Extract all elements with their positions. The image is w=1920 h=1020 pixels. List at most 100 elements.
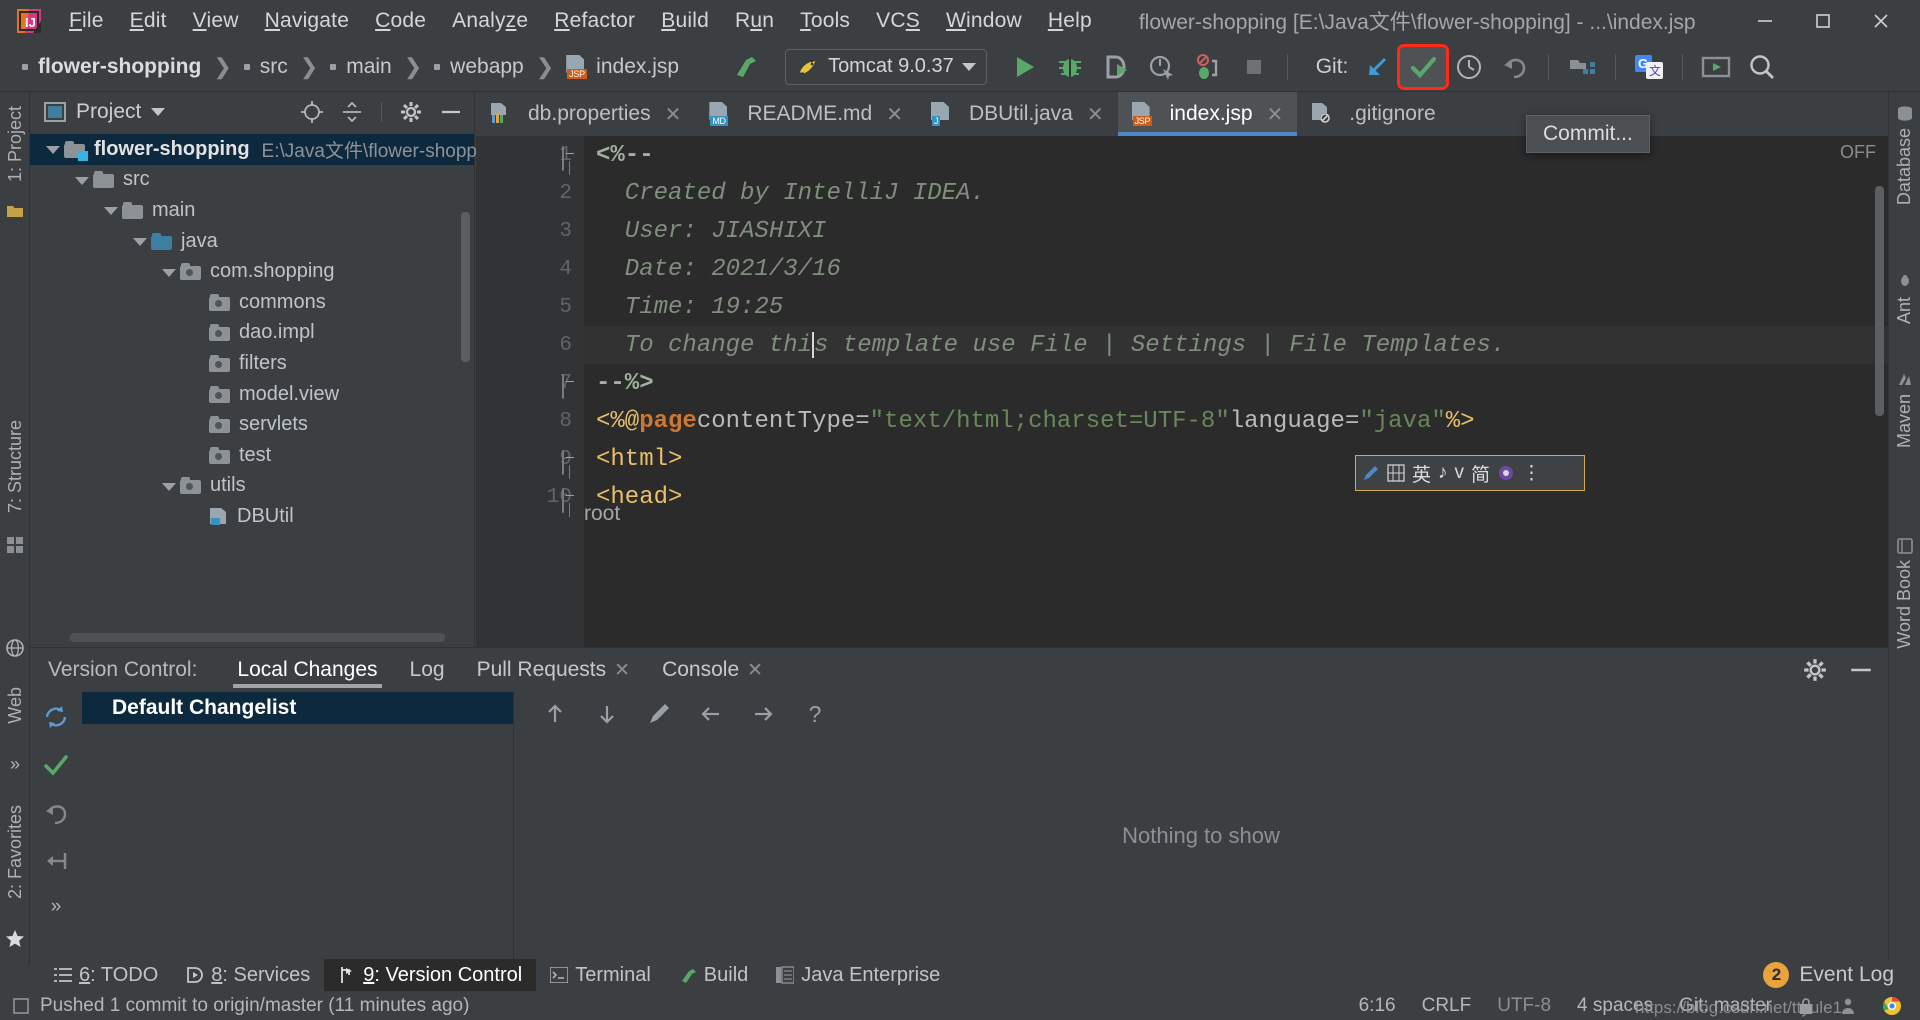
code-line[interactable]: <%--: [584, 136, 1888, 174]
main-menu-bar[interactable]: FFileile Edit View Navigate Code Analyze…: [56, 7, 1105, 35]
editor-gutter[interactable]: 1 2 3 4 5 6 7 8 9 10: [476, 136, 584, 647]
search-everywhere-icon[interactable]: [1739, 47, 1785, 87]
right-arrow-icon[interactable]: [746, 699, 780, 729]
close-icon[interactable]: ✕: [665, 102, 682, 127]
code-line[interactable]: Time: 19:25: [584, 288, 1888, 326]
twisty-expanded-icon[interactable]: [160, 478, 176, 494]
tree-node-main[interactable]: main: [30, 195, 474, 226]
project-structure-icon[interactable]: [1559, 47, 1605, 87]
favorites-tool-window-button[interactable]: 2: Favorites: [0, 797, 30, 907]
project-tool-window-button[interactable]: 1: Project: [0, 98, 30, 190]
browser-chrome-icon[interactable]: [1882, 996, 1902, 1016]
bottom-tab-version-control[interactable]: 9: Version Control: [324, 959, 537, 991]
code-fold-icon[interactable]: [562, 146, 578, 175]
editor-tab--gitignore[interactable]: .gitignore: [1297, 92, 1449, 136]
hide-panel-icon[interactable]: [436, 98, 466, 126]
tree-node-filters[interactable]: filters: [30, 348, 474, 379]
breadcrumb-item-webapp[interactable]: webapp: [434, 55, 524, 79]
more-actions-icon[interactable]: »: [51, 896, 62, 918]
code-editor[interactable]: 1 2 3 4 5 6 7 8 9 10 <%-- Created by IntelliJ IDE…: [476, 136, 1888, 647]
editor-tab-bar[interactable]: db.properties ✕ MD README.md ✕ J DBUtil.java ✕ J…: [476, 92, 1888, 136]
changelist-default[interactable]: Default Changelist: [82, 692, 513, 724]
commit-icon[interactable]: [1397, 43, 1450, 90]
help-icon[interactable]: ?: [798, 699, 832, 729]
breadcrumb-item-src[interactable]: src: [243, 55, 288, 79]
google-translate-icon[interactable]: G 文: [1626, 47, 1672, 87]
refresh-icon[interactable]: [43, 704, 69, 730]
presentation-icon[interactable]: [1693, 47, 1739, 87]
tab-pull-requests[interactable]: Pull Requests ✕: [461, 648, 647, 692]
chevron-down-icon[interactable]: [961, 62, 976, 71]
code-content[interactable]: <%-- Created by IntelliJ IDEA. User: JIA…: [584, 136, 1888, 647]
code-fold-icon[interactable]: [562, 450, 578, 479]
ant-tool-window-button[interactable]: Ant: [1889, 275, 1920, 324]
code-line[interactable]: <html>: [584, 440, 1888, 478]
twisty-expanded-icon[interactable]: [131, 233, 147, 249]
bottom-tab-services[interactable]: 8: Services: [172, 959, 324, 991]
code-line[interactable]: Date: 2021/3/16: [584, 250, 1888, 288]
code-line[interactable]: User: JIASHIXI: [584, 212, 1888, 250]
twisty-expanded-icon[interactable]: [102, 202, 118, 218]
tab-console[interactable]: Console ✕: [646, 648, 779, 692]
event-log-button[interactable]: 2 Event Log: [1763, 962, 1920, 988]
debug-icon[interactable]: [1047, 47, 1093, 87]
tree-node-test[interactable]: test: [30, 440, 474, 471]
structure-tool-window-button[interactable]: 7: Structure: [0, 412, 30, 521]
close-icon[interactable]: ✕: [1087, 102, 1104, 127]
bottom-tab-terminal[interactable]: Terminal: [536, 959, 665, 991]
ime-simplified-label[interactable]: 简: [1471, 460, 1490, 487]
menu-navigate[interactable]: Navigate: [252, 7, 363, 35]
bottom-tab-java-enterprise[interactable]: Java Enterprise: [762, 959, 954, 991]
ime-more-icon[interactable]: ⋮: [1522, 462, 1541, 485]
web-tool-window-button[interactable]: [0, 631, 30, 665]
breadcrumb-item-file[interactable]: JSP index.jsp: [566, 54, 679, 79]
structure-icon[interactable]: [0, 529, 30, 561]
profile-icon[interactable]: [1139, 47, 1185, 87]
menu-vcs[interactable]: VCS: [863, 7, 933, 35]
project-files-icon[interactable]: [0, 196, 30, 226]
tree-node-flower-shopping[interactable]: flower-shopping E:\Java文件\flower-shopping: [30, 134, 502, 165]
maximize-button[interactable]: [1794, 0, 1852, 42]
tab-local-changes[interactable]: Local Changes: [221, 648, 393, 692]
editor-tab-dbutil-java[interactable]: J DBUtil.java ✕: [917, 92, 1118, 136]
ime-pen-icon[interactable]: [1362, 464, 1380, 482]
changes-list[interactable]: Default Changelist: [82, 692, 514, 965]
update-project-icon[interactable]: [1354, 47, 1400, 87]
editor-tab-index-jsp[interactable]: JSP index.jsp ✕: [1117, 92, 1298, 136]
edit-icon[interactable]: [642, 699, 676, 729]
menu-code[interactable]: Code: [362, 7, 439, 35]
tree-node-commons[interactable]: commons: [30, 287, 474, 318]
code-line[interactable]: --%>: [584, 364, 1888, 402]
project-tree[interactable]: flower-shopping E:\Java文件\flower-shopping…: [30, 134, 502, 532]
down-arrow-icon[interactable]: [590, 699, 624, 729]
close-icon[interactable]: ✕: [614, 659, 630, 682]
twisty-expanded-icon[interactable]: [44, 141, 60, 157]
file-encoding[interactable]: UTF-8: [1497, 995, 1551, 1017]
project-tree-scrollbar[interactable]: [461, 212, 470, 362]
history-icon[interactable]: [1446, 47, 1492, 87]
close-icon[interactable]: ✕: [886, 102, 903, 127]
notifications-icon[interactable]: [1840, 997, 1856, 1015]
close-button[interactable]: [1852, 0, 1910, 42]
word-book-tool-window-button[interactable]: Word Book: [1889, 538, 1920, 649]
inspections-widget[interactable]: OFF: [1840, 142, 1876, 163]
tree-node-com-shopping[interactable]: com.shopping: [30, 256, 474, 287]
build-project-icon[interactable]: [723, 47, 769, 87]
ime-music-icon[interactable]: ♪: [1438, 462, 1448, 484]
tree-node-dbutil[interactable]: DBUtil: [30, 501, 474, 532]
tree-node-model-view[interactable]: model.view: [30, 379, 474, 410]
menu-tools[interactable]: Tools: [787, 7, 863, 35]
menu-window[interactable]: Window: [933, 7, 1035, 35]
close-icon[interactable]: ✕: [1267, 102, 1284, 127]
editor-tab-readme-md[interactable]: MD README.md ✕: [695, 92, 917, 136]
menu-run[interactable]: Run: [722, 7, 787, 35]
rollback-icon[interactable]: [43, 800, 69, 826]
tree-node-servlets[interactable]: servlets: [30, 409, 474, 440]
attach-debugger-icon[interactable]: [1185, 47, 1231, 87]
up-arrow-icon[interactable]: [538, 699, 572, 729]
star-icon[interactable]: [0, 921, 30, 957]
tree-node-dao-impl[interactable]: dao.impl: [30, 318, 474, 349]
menu-file[interactable]: FFileile: [56, 7, 117, 35]
menu-build[interactable]: Build: [648, 7, 722, 35]
gear-icon[interactable]: [396, 98, 426, 126]
